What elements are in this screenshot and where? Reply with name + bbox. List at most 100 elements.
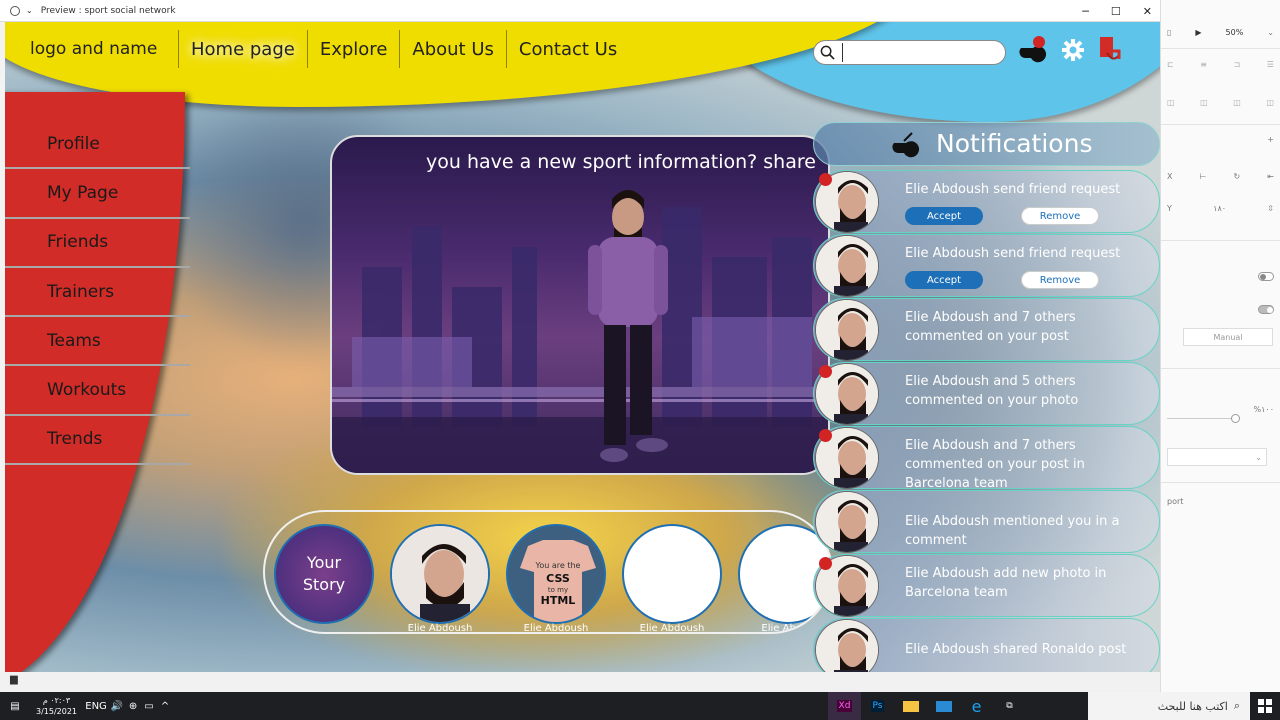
nav-contact-us[interactable]: Contact Us bbox=[507, 28, 629, 70]
avatar[interactable] bbox=[815, 491, 879, 553]
notification-item[interactable]: Elie Abdoush add new photo in Barcelona … bbox=[813, 554, 1160, 617]
file-explorer-icon[interactable] bbox=[894, 692, 927, 720]
opacity-value[interactable]: %١٠٠ bbox=[1254, 405, 1275, 414]
language-indicator[interactable]: ENG bbox=[83, 692, 109, 720]
boolean-icon[interactable]: ◫ bbox=[1266, 98, 1274, 107]
search-bar[interactable] bbox=[813, 40, 1006, 65]
accept-button[interactable]: Accept bbox=[905, 207, 983, 225]
boolean-icon[interactable]: ◫ bbox=[1233, 98, 1241, 107]
chevron-down-icon[interactable]: ⌄ bbox=[26, 6, 33, 15]
notification-center-icon[interactable]: ▤ bbox=[0, 692, 30, 720]
notification-item[interactable]: Elie Abdoush shared Ronaldo post bbox=[813, 618, 1160, 672]
windows-start-icon[interactable] bbox=[1250, 692, 1280, 720]
notification-text: Elie Abdoush add new photo in Barcelona … bbox=[905, 566, 1107, 600]
camera-icon[interactable]: ▆ bbox=[10, 674, 18, 685]
sidebar-item-trainers[interactable]: Trainers bbox=[5, 268, 190, 318]
avatar[interactable] bbox=[815, 235, 879, 297]
nav-explore[interactable]: Explore bbox=[308, 28, 400, 70]
avatar[interactable] bbox=[815, 619, 879, 672]
align-tools: ⊏ ≡ ⊐ ☰ bbox=[1167, 60, 1274, 69]
boolean-icon[interactable]: ◫ bbox=[1167, 98, 1175, 107]
dropdown[interactable]: ⌄ bbox=[1167, 448, 1267, 466]
mobile-icon[interactable]: ▯ bbox=[1167, 28, 1171, 37]
play-icon[interactable]: ▶ bbox=[1195, 28, 1201, 37]
edge-icon[interactable]: e bbox=[960, 692, 993, 720]
svg-text:to my: to my bbox=[548, 586, 568, 594]
align-right-icon[interactable]: ⊐ bbox=[1234, 60, 1241, 69]
align-center-icon[interactable]: ≡ bbox=[1200, 60, 1207, 69]
sidebar-item-trends[interactable]: Trends bbox=[5, 416, 190, 466]
window-title: Preview : sport social network bbox=[40, 5, 176, 16]
notification-item[interactable]: Elie Abdoush send friend request Accept Re… bbox=[813, 234, 1160, 297]
nav-about-us[interactable]: About Us bbox=[400, 28, 506, 70]
add-icon[interactable]: + bbox=[1267, 135, 1274, 144]
volume-icon[interactable]: 🔊 bbox=[109, 692, 125, 720]
remove-button[interactable]: Remove bbox=[1021, 207, 1099, 225]
whistle-icon[interactable] bbox=[1017, 36, 1049, 64]
taskbar-search[interactable]: اكتب هنا للبحث ⌕ bbox=[1088, 692, 1250, 720]
panel-text: port bbox=[1167, 497, 1184, 506]
notification-text: Elie Abdoush and 7 others commented on y… bbox=[905, 310, 1076, 344]
notification-item[interactable]: Elie Abdoush and 5 others commented on y… bbox=[813, 362, 1160, 425]
clock[interactable]: ٠٢:٠٣ م 3/15/2021 bbox=[36, 695, 77, 717]
flip-icon[interactable]: ⇤ bbox=[1267, 172, 1274, 181]
maximize-button[interactable]: ☐ bbox=[1111, 5, 1121, 18]
notification-text: Elie Abdoush and 5 others commented on y… bbox=[905, 374, 1079, 408]
app-icon bbox=[10, 5, 20, 16]
preview-bottom-strip: ▆ bbox=[0, 672, 1160, 692]
your-story-button[interactable]: Your Story bbox=[274, 524, 374, 624]
rotate-icon[interactable]: ↻ bbox=[1234, 172, 1241, 181]
minimize-button[interactable]: ─ bbox=[1082, 5, 1089, 18]
svg-text:You are the: You are the bbox=[535, 561, 581, 570]
sidebar-item-workouts[interactable]: Workouts bbox=[5, 366, 190, 416]
xd-app-icon[interactable]: Xd bbox=[828, 692, 861, 720]
notification-item[interactable]: Elie Abdoush send friend request Accept Re… bbox=[813, 170, 1160, 233]
story-avatar[interactable] bbox=[622, 524, 722, 624]
boolean-icon[interactable]: ◫ bbox=[1200, 98, 1208, 107]
notification-item[interactable]: Elie Abdoush and 7 others commented on y… bbox=[813, 426, 1160, 491]
chevron-down-icon[interactable]: ⌄ bbox=[1267, 28, 1274, 37]
sidebar-item-my-page[interactable]: My Page bbox=[5, 169, 190, 219]
photoshop-app-icon[interactable]: Ps bbox=[861, 692, 894, 720]
network-icon[interactable]: ⊕ bbox=[125, 692, 141, 720]
gear-icon[interactable] bbox=[1061, 38, 1085, 62]
opacity-slider[interactable] bbox=[1231, 414, 1240, 423]
task-view-icon[interactable]: ⧉ bbox=[993, 692, 1026, 720]
avatar bbox=[392, 526, 488, 622]
clock-time: ٠٢:٠٣ م bbox=[42, 696, 71, 705]
accept-button[interactable]: Accept bbox=[905, 271, 983, 289]
chevron-up-icon[interactable]: ^ bbox=[157, 692, 173, 720]
manual-option[interactable]: Manual bbox=[1183, 328, 1273, 346]
xd-properties-panel: ▯ ▶ 50% ⌄ ⊏ ≡ ⊐ ☰ ◫ ◫ ◫ ◫ + X ⊢ ↻ ⇤ Y ١٨٠ ⇳ Manual … bbox=[1160, 0, 1280, 692]
story-avatar[interactable] bbox=[390, 524, 490, 624]
story-name: Elie Abdoush bbox=[639, 623, 705, 634]
toggle-switch[interactable] bbox=[1258, 305, 1274, 314]
battery-icon[interactable]: ▭ bbox=[141, 692, 157, 720]
close-button[interactable]: ✕ bbox=[1143, 5, 1152, 18]
zoom-level[interactable]: 50% bbox=[1226, 28, 1244, 37]
notification-item[interactable]: Elie Abdoush mentioned you in a comment bbox=[813, 490, 1160, 553]
svg-text:CSS: CSS bbox=[546, 572, 570, 585]
notification-text: Elie Abdoush send friend request bbox=[905, 182, 1121, 197]
y-value[interactable]: ١٨٠ bbox=[1213, 204, 1226, 213]
remove-button[interactable]: Remove bbox=[1021, 271, 1099, 289]
toggle-switch[interactable] bbox=[1258, 272, 1274, 281]
avatar[interactable] bbox=[815, 299, 879, 361]
logout-icon[interactable] bbox=[1097, 35, 1123, 65]
stories-bar: Your Story Elie Abdoush You are the CSS … bbox=[263, 510, 833, 634]
nav-home-page[interactable]: Home page bbox=[179, 28, 307, 70]
search-icon bbox=[820, 45, 835, 60]
sidebar-item-teams[interactable]: Teams bbox=[5, 317, 190, 367]
new-post-card[interactable]: you have a new sport information? share bbox=[330, 135, 830, 475]
post-illustration bbox=[332, 190, 828, 473]
sidebar-item-friends[interactable]: Friends bbox=[5, 219, 190, 268]
story-avatar[interactable]: You are the CSS to my HTML bbox=[506, 524, 606, 624]
sidebar-item-profile[interactable]: Profile bbox=[5, 120, 190, 170]
search-input[interactable] bbox=[842, 43, 997, 62]
align-left-icon[interactable]: ⊏ bbox=[1167, 60, 1174, 69]
distribute-vertical-icon[interactable]: ⇳ bbox=[1267, 204, 1274, 213]
distribute-icon[interactable]: ☰ bbox=[1267, 60, 1274, 69]
unread-indicator bbox=[819, 365, 832, 378]
mail-icon[interactable] bbox=[927, 692, 960, 720]
notification-item[interactable]: Elie Abdoush and 7 others commented on y… bbox=[813, 298, 1160, 361]
